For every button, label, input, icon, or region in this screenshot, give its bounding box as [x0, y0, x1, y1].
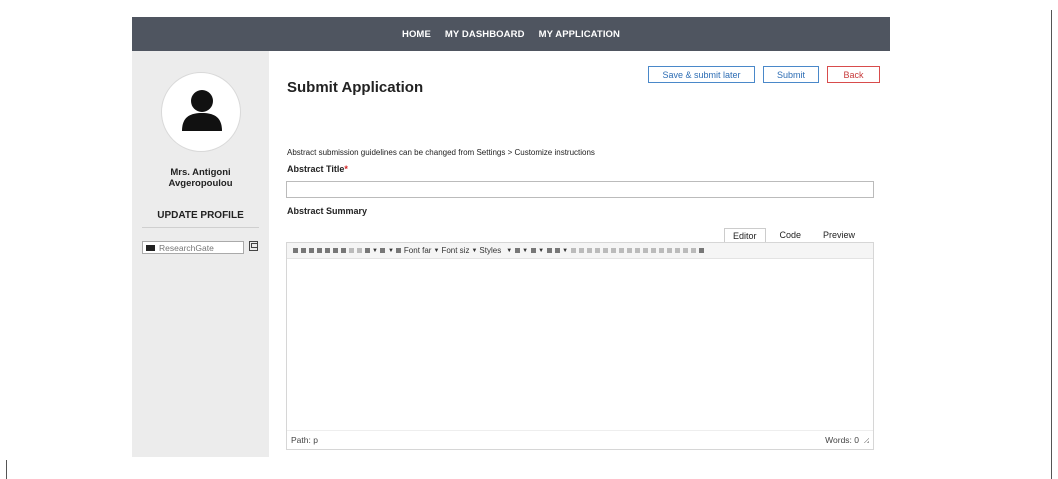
tab-editor[interactable]: Editor	[724, 228, 766, 243]
subscript-icon[interactable]	[682, 248, 688, 253]
hr-icon[interactable]	[690, 248, 696, 253]
row-props-icon[interactable]	[658, 248, 664, 253]
align-center-icon[interactable]	[324, 248, 330, 253]
user-name-first: Mrs. Antigoni	[170, 167, 231, 178]
table-merge-icon[interactable]	[626, 248, 632, 253]
table-split-icon[interactable]	[634, 248, 640, 253]
font-size-dropdown-icon[interactable]: ▼	[471, 248, 477, 254]
table-icon[interactable]	[570, 248, 576, 253]
indent-dropdown-icon[interactable]: ▼	[538, 248, 544, 254]
table-dropdown-icon[interactable]: ▼	[562, 248, 568, 254]
numbered-list-icon[interactable]	[530, 248, 536, 253]
tab-code[interactable]: Code	[772, 228, 810, 243]
abstract-summary-label: Abstract Summary	[287, 206, 368, 216]
horizontal-rule-icon[interactable]	[348, 248, 354, 253]
table-col-after-icon[interactable]	[610, 248, 616, 253]
abstract-title-label-text: Abstract Title	[287, 164, 345, 174]
guideline-text: Abstract submission guidelines can be ch…	[287, 148, 595, 157]
delete-table-icon[interactable]	[666, 248, 672, 253]
update-profile-link[interactable]: UPDATE PROFILE	[154, 210, 247, 221]
word-count: Words: 0	[825, 435, 859, 445]
table-row-after-icon[interactable]	[586, 248, 592, 253]
table-delete-col-icon[interactable]	[618, 248, 624, 253]
user-silhouette-icon	[182, 90, 222, 131]
bullet-list-icon[interactable]	[514, 248, 520, 253]
nav-my-application[interactable]: MY APPLICATION	[532, 29, 627, 40]
styles-select[interactable]: Styles	[479, 246, 501, 255]
nav-home[interactable]: HOME	[395, 29, 438, 40]
align-left-icon[interactable]	[316, 248, 322, 253]
link-icon[interactable]	[546, 248, 552, 253]
user-name: Mrs. Antigoni Avgeropoulou	[132, 167, 269, 189]
bullet-list-dropdown-icon[interactable]: ▼	[506, 248, 512, 254]
main-content: Submit Application Save & submit later S…	[269, 51, 890, 457]
table-row-before-icon[interactable]	[578, 248, 584, 253]
back-button[interactable]: Back	[827, 66, 880, 83]
researchgate-field	[142, 241, 244, 254]
paragraph-format-icon[interactable]	[396, 248, 402, 253]
text-color-icon[interactable]	[364, 248, 370, 253]
application-window: HOME MY DASHBOARD MY APPLICATION Mrs. An…	[132, 17, 890, 457]
image-icon[interactable]	[554, 248, 560, 253]
align-justify-icon[interactable]	[340, 248, 346, 253]
resize-handle-icon[interactable]	[863, 437, 869, 443]
highlight-color-icon[interactable]	[380, 248, 386, 253]
editor-content-area[interactable]	[287, 260, 873, 430]
rich-text-editor: ▼ ▼ Font far ▼ Font siz ▼ Styles ▼ ▼ ▼ ▼	[286, 242, 874, 450]
save-icon[interactable]	[249, 241, 258, 251]
italic-icon[interactable]	[300, 248, 306, 253]
highlight-dropdown-icon[interactable]: ▼	[388, 248, 394, 254]
clear-format-icon[interactable]	[674, 248, 680, 253]
fullscreen-icon[interactable]	[698, 248, 704, 253]
word-count-wrap: Words: 0	[825, 435, 869, 445]
frame-border-left	[6, 460, 7, 479]
submit-button[interactable]: Submit	[763, 66, 819, 83]
tab-preview[interactable]: Preview	[815, 228, 863, 243]
save-submit-later-button[interactable]: Save & submit later	[648, 66, 755, 83]
table-props-icon[interactable]	[642, 248, 648, 253]
remove-format-icon[interactable]	[356, 248, 362, 253]
nav-my-dashboard[interactable]: MY DASHBOARD	[438, 29, 532, 40]
sidebar: Mrs. Antigoni Avgeropoulou UPDATE PROFIL…	[132, 51, 269, 457]
cell-props-icon[interactable]	[650, 248, 656, 253]
abstract-title-label: Abstract Title*	[287, 164, 348, 174]
user-name-last: Avgeropoulou	[168, 178, 233, 189]
font-family-dropdown-icon[interactable]: ▼	[433, 248, 439, 254]
editor-path: Path: p	[291, 435, 318, 445]
avatar	[161, 72, 241, 152]
font-family-select[interactable]: Font far	[404, 246, 432, 255]
font-size-select[interactable]: Font siz	[441, 246, 469, 255]
frame-border-right	[1051, 10, 1052, 479]
researchgate-input[interactable]	[159, 242, 241, 253]
required-marker: *	[344, 164, 348, 174]
editor-status-bar: Path: p Words: 0	[287, 430, 873, 449]
editor-tabs: Editor Code Preview	[724, 228, 863, 243]
editor-toolbar: ▼ ▼ Font far ▼ Font siz ▼ Styles ▼ ▼ ▼ ▼	[287, 243, 873, 259]
table-delete-row-icon[interactable]	[594, 248, 600, 253]
bold-icon[interactable]	[292, 248, 298, 253]
underline-icon[interactable]	[308, 248, 314, 253]
abstract-title-input[interactable]	[286, 181, 874, 198]
researchgate-icon	[146, 244, 155, 251]
top-navigation: HOME MY DASHBOARD MY APPLICATION	[132, 17, 890, 51]
text-color-dropdown-icon[interactable]: ▼	[372, 248, 378, 254]
page-title: Submit Application	[287, 79, 424, 96]
table-col-before-icon[interactable]	[602, 248, 608, 253]
sidebar-divider	[142, 227, 259, 228]
align-right-icon[interactable]	[332, 248, 338, 253]
numbered-list-dropdown-icon[interactable]: ▼	[522, 248, 528, 254]
